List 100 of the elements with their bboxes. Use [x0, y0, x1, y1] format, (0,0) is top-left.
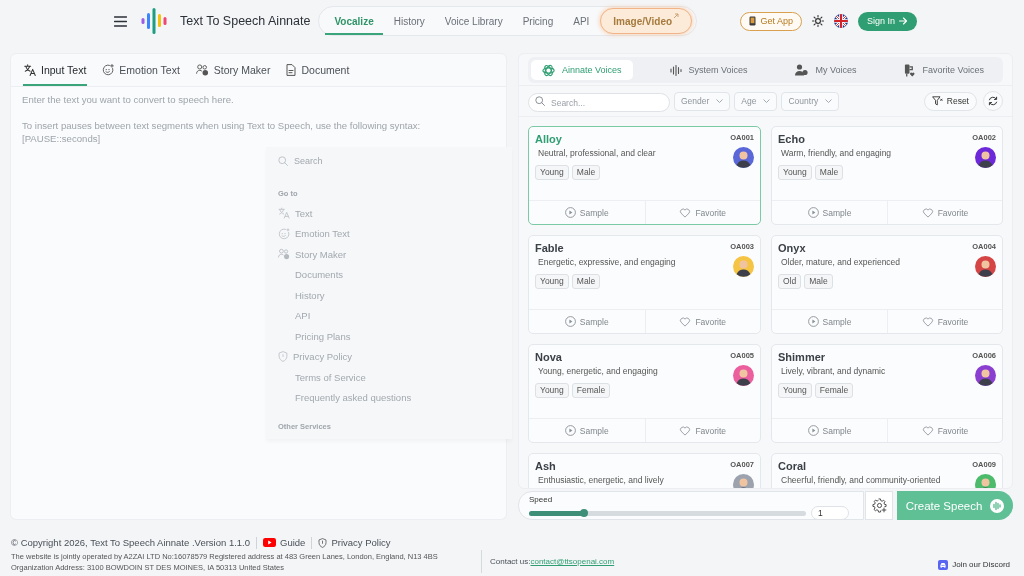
search-icon: [278, 156, 288, 166]
translate-icon: [24, 64, 36, 76]
knot-icon: [542, 63, 555, 77]
reset-button[interactable]: Reset: [923, 91, 977, 111]
filter-dropdown[interactable]: Country: [781, 91, 840, 111]
voice-name: Onyx: [778, 242, 806, 255]
copyright-text: © Copyright 2026, Text To Speech Ainnate .Version 1.1.0: [11, 537, 251, 548]
discord-link[interactable]: Join our Discord: [938, 559, 1010, 570]
smiley-sparkle-icon: [278, 227, 290, 240]
logo-icon[interactable]: [141, 8, 167, 34]
favorite-button[interactable]: Favorite: [644, 201, 760, 224]
voice-name: Fable: [535, 242, 564, 255]
phone-icon: [749, 16, 757, 26]
play-circle-icon: [807, 316, 819, 327]
editor-tab[interactable]: Emotion Text: [101, 54, 181, 86]
chevron-down-icon: [825, 99, 833, 103]
users-icon: [795, 64, 809, 76]
voice-tab[interactable]: Ainnate Voices: [531, 60, 633, 80]
external-link-icon: [673, 13, 680, 19]
voice-name: Coral: [778, 460, 807, 473]
chevron-down-icon: [763, 99, 771, 103]
voice-search-field[interactable]: Search...: [528, 93, 670, 112]
speed-label: Speed: [529, 495, 553, 505]
editor-tab[interactable]: Document: [285, 54, 351, 86]
voice-description: Older, mature, and experienced: [781, 257, 901, 268]
settings-icon: [871, 498, 887, 513]
guide-link[interactable]: Guide: [263, 537, 306, 548]
nav-tab[interactable]: History: [384, 7, 434, 35]
email-link[interactable]: contact@ttsopenai.com: [530, 557, 615, 566]
sample-button[interactable]: Sample: [772, 310, 887, 333]
get-app-button[interactable]: Get App: [740, 11, 802, 31]
create-speech-button[interactable]: Create Speech: [897, 491, 1013, 520]
brand-name[interactable]: Text To Speech Ainnate: [180, 14, 311, 28]
arrow-right-icon: [899, 17, 908, 25]
sample-button[interactable]: Sample: [529, 419, 645, 442]
filter-icon: [931, 96, 943, 106]
favorite-button[interactable]: Favorite: [887, 419, 1002, 442]
translate-icon: [278, 207, 290, 220]
sample-button[interactable]: Sample: [529, 201, 645, 224]
sound-wave-icon: [990, 498, 1005, 513]
promo-nav-link[interactable]: Image/Video: [600, 8, 693, 34]
voice-tab[interactable]: System Voices: [658, 60, 759, 80]
play-circle-icon: [564, 425, 576, 436]
discord-icon: [938, 559, 949, 570]
user-heart-icon: [904, 63, 916, 77]
voice-description: Cheerful, friendly, and community-oriented: [781, 475, 941, 486]
sample-button[interactable]: Sample: [772, 419, 887, 442]
slider-handle[interactable]: [580, 509, 589, 517]
nav-tab[interactable]: Vocalize: [325, 7, 383, 35]
search-icon: [535, 96, 545, 106]
filter-dropdown[interactable]: Gender: [674, 91, 731, 111]
favorite-button[interactable]: Favorite: [644, 419, 760, 442]
heart-icon: [921, 425, 934, 436]
sign-in-button[interactable]: Sign In: [857, 11, 917, 31]
voice-tag: Male: [571, 165, 601, 180]
speed-value-field[interactable]: 1: [811, 506, 849, 520]
favorite-button[interactable]: Favorite: [644, 310, 760, 333]
document-icon: [286, 64, 297, 76]
heart-icon: [921, 316, 934, 327]
voice-tag: Young: [535, 274, 569, 289]
voice-tab[interactable]: My Voices: [784, 60, 868, 80]
voice-tag: Young: [778, 165, 812, 180]
voice-tag: Old: [778, 274, 802, 289]
settings-button[interactable]: [865, 491, 893, 520]
voice-name: Echo: [778, 133, 805, 146]
voice-description: Warm, friendly, and engaging: [781, 148, 892, 159]
voice-name: Alloy: [535, 133, 562, 146]
nav-tab[interactable]: Voice Library: [435, 7, 512, 35]
flag-icon[interactable]: [833, 14, 848, 28]
sun-icon[interactable]: [811, 15, 824, 27]
filter-dropdown[interactable]: Age: [734, 91, 778, 111]
speed-slider-track[interactable]: [529, 510, 806, 516]
favorite-button[interactable]: Favorite: [887, 310, 1002, 333]
voice-tag: Female: [571, 383, 611, 398]
voice-name: Ash: [535, 460, 556, 473]
heart-icon: [679, 425, 692, 436]
menu-icon[interactable]: [114, 15, 127, 27]
voice-description: Energetic, expressive, and engaging: [538, 257, 676, 268]
nav-tab[interactable]: Pricing: [513, 7, 563, 35]
editor-tab[interactable]: Story Maker: [194, 54, 272, 86]
play-circle-icon: [807, 425, 819, 436]
shield-icon: [318, 537, 328, 548]
nav-tab[interactable]: API: [564, 7, 599, 35]
voice-description: Young, energetic, and engaging: [538, 366, 658, 377]
shield-icon: [278, 351, 288, 363]
voice-tag: Young: [535, 165, 569, 180]
favorite-button[interactable]: Favorite: [887, 201, 1002, 224]
voice-name: Shimmer: [778, 351, 826, 364]
smiley-sparkle-icon: [102, 64, 115, 76]
sample-button[interactable]: Sample: [772, 201, 887, 224]
refresh-button[interactable]: [983, 91, 1003, 111]
sample-button[interactable]: Sample: [529, 310, 645, 333]
palette-search-field[interactable]: Search: [294, 156, 414, 166]
voice-tag: Male: [804, 274, 833, 289]
voice-tab[interactable]: Favorite Voices: [893, 60, 995, 80]
voice-description: Neutral, professional, and clear: [538, 148, 656, 159]
heart-icon: [921, 207, 934, 218]
privacy-policy-link[interactable]: Privacy Policy: [318, 537, 391, 548]
voice-tag: Female: [814, 383, 854, 398]
play-circle-icon: [564, 316, 576, 327]
